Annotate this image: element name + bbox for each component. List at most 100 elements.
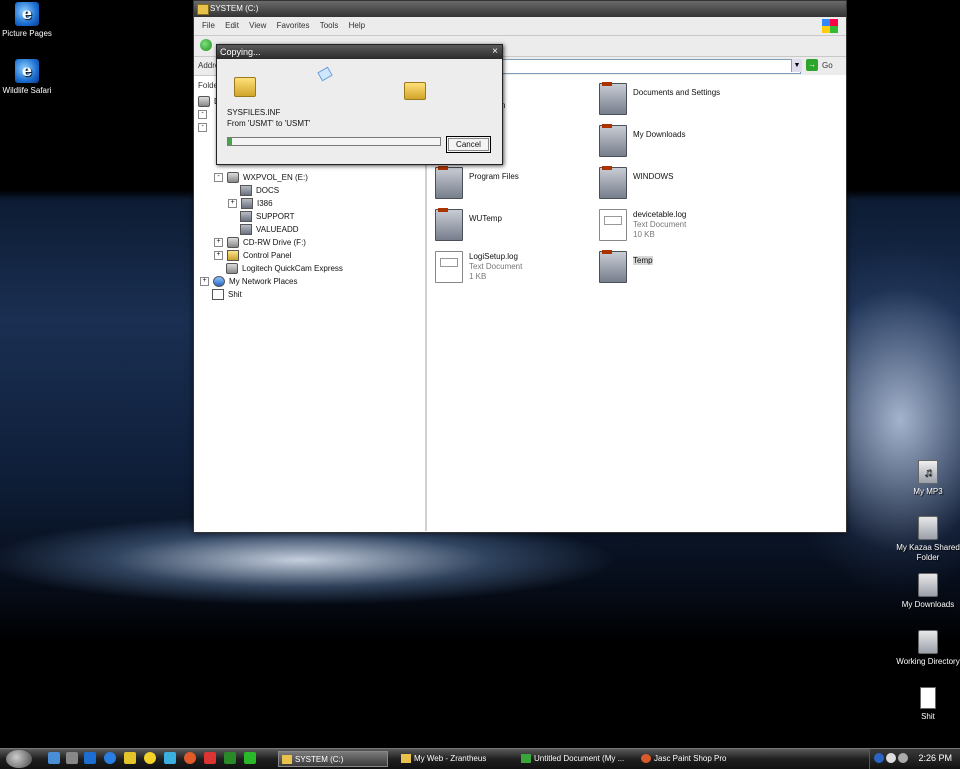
task-paint-shop-pro[interactable]: Jasc Paint Shop Pro <box>638 751 756 767</box>
folder-icon <box>599 82 627 115</box>
media-icon[interactable] <box>204 752 216 764</box>
folder-icon <box>240 224 252 236</box>
expand-icon[interactable]: + <box>200 277 209 287</box>
menu-file[interactable]: File <box>202 17 215 35</box>
go-arrow-icon[interactable]: → <box>806 59 818 71</box>
tree-node-control-panel[interactable]: + Control Panel <box>214 250 291 262</box>
show-desktop-icon[interactable] <box>48 752 60 764</box>
copy-filename: SYSFILES.INF <box>227 108 281 117</box>
folder-icon <box>401 754 411 763</box>
task-my-web[interactable]: My Web - Zrantheus <box>398 751 516 767</box>
desktop-icon-shit[interactable]: Shit <box>896 687 960 722</box>
folder-icon <box>241 198 253 210</box>
menu-view[interactable]: View <box>249 17 266 35</box>
address-dropdown-icon[interactable]: ▼ <box>791 59 802 72</box>
address-input[interactable] <box>499 59 801 74</box>
paint-shop-pro-icon <box>641 754 651 763</box>
start-button[interactable] <box>6 750 32 768</box>
tree-node-network[interactable]: + My Network Places <box>200 276 297 288</box>
tree-node-valueadd[interactable]: VALUEADD <box>240 224 299 236</box>
folder-icon <box>240 185 252 197</box>
close-icon[interactable]: × <box>492 45 498 59</box>
task-system-c[interactable]: SYSTEM (C:) <box>278 751 388 767</box>
messenger-icon[interactable] <box>164 752 176 764</box>
desktop-icon-picture-pages[interactable]: e Picture Pages <box>0 2 59 39</box>
cancel-button[interactable]: Cancel <box>446 136 491 153</box>
source-folder-icon <box>234 77 256 97</box>
ie-quicklaunch-icon[interactable] <box>104 752 116 764</box>
firefox-icon[interactable] <box>184 752 196 764</box>
folder-icon <box>918 630 938 654</box>
collapse-icon[interactable]: - <box>198 110 207 120</box>
desktop-icon-label: My MP3 <box>913 487 943 496</box>
network-icon <box>213 276 225 288</box>
menu-tools[interactable]: Tools <box>320 17 339 35</box>
flying-paper-icon <box>317 66 333 82</box>
tree-node-support[interactable]: SUPPORT <box>240 211 295 223</box>
task-untitled-document[interactable]: Untitled Document (My ... <box>518 751 636 767</box>
msn-icon[interactable] <box>124 752 136 764</box>
taskbar: SYSTEM (C:) My Web - Zrantheus Untitled … <box>0 748 960 769</box>
file-item-program-files[interactable]: Program Files <box>435 166 605 201</box>
tree-expander[interactable]: - <box>198 109 211 121</box>
collapse-icon[interactable]: - <box>214 173 223 183</box>
music-folder-icon: ♫ <box>918 460 938 484</box>
desktop-icon-label: Wildlife Safari <box>2 86 52 95</box>
network-tray-icon[interactable] <box>874 753 884 763</box>
file-item-windows[interactable]: WINDOWS <box>599 166 769 201</box>
file-item-logisetup-log[interactable]: LogiSetup.log Text Document 1 KB <box>435 251 605 285</box>
tree-node-cdrw[interactable]: + CD-RW Drive (F:) <box>214 237 306 249</box>
outlook-icon[interactable] <box>84 752 96 764</box>
tree-node-i386[interactable]: + I386 <box>228 198 273 210</box>
desktop-icon-working-directory[interactable]: Working Directory <box>896 630 960 667</box>
destination-folder-icon <box>404 82 426 100</box>
cd-drive-icon <box>227 237 239 249</box>
folders-pane-label: Folde <box>198 81 219 90</box>
copying-dialog: Copying... × SYSFILES.INF From 'USMT' to… <box>216 44 503 165</box>
desktop-icon-my-mp3[interactable]: ♫ My MP3 <box>896 460 960 497</box>
desktop-icon-my-downloads[interactable]: My Downloads <box>896 573 960 610</box>
folder-icon <box>599 250 627 283</box>
text-document-icon <box>599 209 627 241</box>
tree-node-shit[interactable]: Shit <box>212 289 242 301</box>
desktop-icon-label: Picture Pages <box>2 29 52 38</box>
desktop-icon-label: Shit <box>921 712 935 721</box>
update-tray-icon[interactable] <box>898 753 908 763</box>
desktop-icon-wildlife-safari[interactable]: e Wildlife Safari <box>0 59 59 96</box>
recycle-bin-icon <box>212 289 224 301</box>
app-m-icon[interactable] <box>244 752 256 764</box>
file-item-devicetable-log[interactable]: devicetable.log Text Document 10 KB <box>599 209 769 243</box>
back-button[interactable] <box>200 39 212 51</box>
control-panel-icon <box>227 250 239 262</box>
go-button[interactable]: Go <box>822 61 833 70</box>
expand-icon[interactable]: + <box>214 238 223 248</box>
desktop-icon-kazaa-shared[interactable]: My Kazaa Shared Folder <box>896 516 960 563</box>
file-item-documents-and-settings[interactable]: Documents and Settings <box>599 82 769 117</box>
menu-help[interactable]: Help <box>349 17 365 35</box>
tree-node-wxpvol[interactable]: - WXPVOL_EN (E:) <box>214 172 308 184</box>
copy-progress-bar <box>227 137 441 146</box>
file-item-temp[interactable]: Temp <box>599 250 769 285</box>
dialog-titlebar[interactable]: Copying... × <box>217 45 502 59</box>
menu-edit[interactable]: Edit <box>225 17 239 35</box>
cd-drive-icon <box>227 172 239 184</box>
smiley-icon[interactable] <box>144 752 156 764</box>
tree-node-logitech[interactable]: Logitech QuickCam Express <box>226 263 343 275</box>
explorer-titlebar[interactable]: SYSTEM (C:) <box>194 1 846 17</box>
collapse-icon[interactable]: - <box>198 123 207 133</box>
file-item-wutemp[interactable]: WUTemp <box>435 208 605 243</box>
dialog-title: Copying... <box>220 47 261 57</box>
folder-icon <box>435 208 463 241</box>
volume-tray-icon[interactable] <box>886 753 896 763</box>
expand-icon[interactable]: + <box>214 251 223 261</box>
printer-icon[interactable] <box>66 752 78 764</box>
desktop-icon-label: Working Directory <box>896 657 960 666</box>
expand-icon[interactable]: + <box>228 199 237 209</box>
menu-favorites[interactable]: Favorites <box>277 17 310 35</box>
tree-node-docs[interactable]: DOCS <box>240 185 279 197</box>
document-icon <box>920 687 936 709</box>
file-item-my-downloads[interactable]: My Downloads <box>599 124 769 159</box>
chart-app-icon[interactable] <box>224 752 236 764</box>
tree-expander[interactable]: - <box>198 122 211 134</box>
folder-icon <box>240 211 252 223</box>
